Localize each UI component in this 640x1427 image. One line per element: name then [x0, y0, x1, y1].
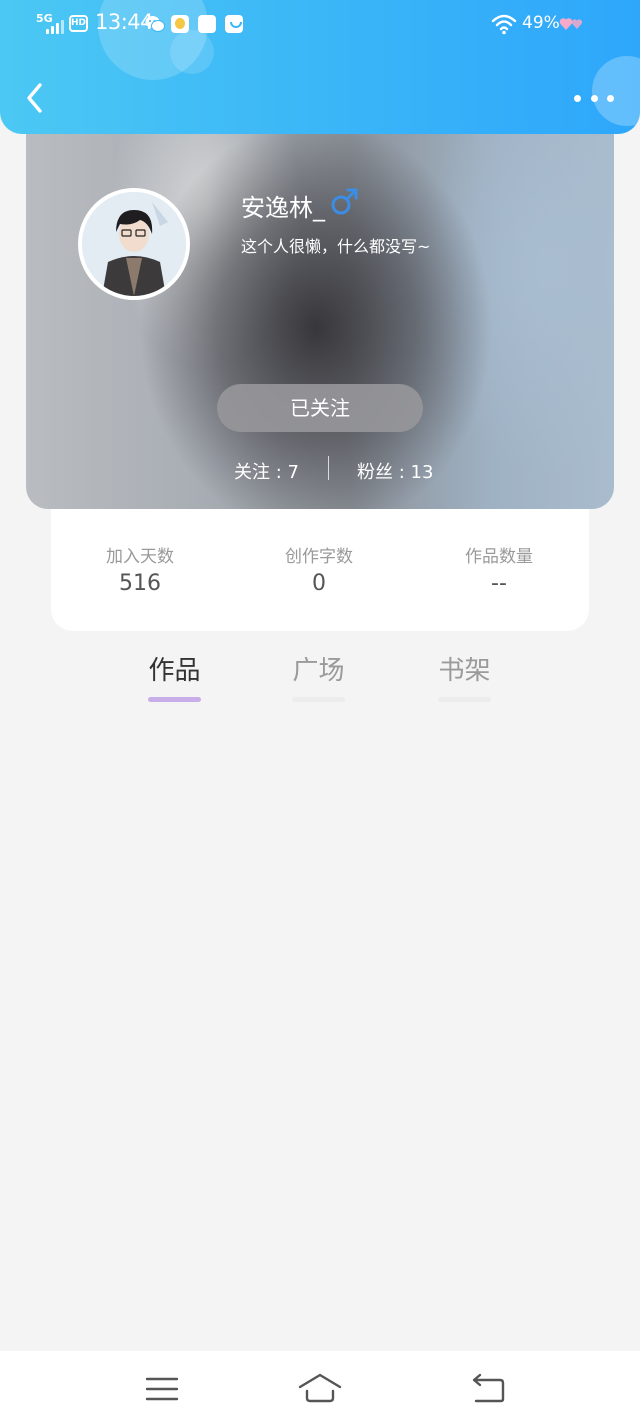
app-icon	[198, 15, 216, 33]
username: 安逸林_	[241, 194, 325, 222]
more-button[interactable]	[574, 86, 614, 110]
stat-works-count: 作品数量 --	[419, 542, 579, 596]
tab-label: 书架	[438, 656, 491, 686]
stat-value: --	[491, 571, 507, 596]
status-bar: 5G HD 13:44 49%	[0, 0, 640, 48]
avatar[interactable]	[78, 188, 190, 300]
tab-square[interactable]: 广场	[292, 650, 345, 702]
fans-count[interactable]: 粉丝 : 13	[357, 458, 433, 484]
home-icon[interactable]	[298, 1371, 342, 1407]
hd-icon: HD	[69, 15, 88, 32]
tab-indicator	[292, 697, 345, 702]
profile-card: 安逸林_ 这个人很懒，什么都没写~ 已关注 关注 : 7 粉丝 : 13	[26, 118, 614, 509]
follow-counts: 关注 : 7 粉丝 : 13	[26, 454, 614, 484]
network-label: 5G	[36, 12, 53, 25]
signal-icon: 5G	[36, 12, 66, 34]
male-icon	[330, 186, 360, 216]
tab-bookshelf[interactable]: 书架	[438, 650, 491, 702]
tab-label: 作品	[148, 656, 201, 686]
tab-indicator-active	[148, 697, 201, 702]
stat-label: 创作字数	[285, 547, 353, 567]
stat-value: 516	[119, 571, 161, 596]
wechat-icon	[145, 15, 165, 33]
tab-label: 广场	[292, 656, 345, 686]
stat-word-count: 创作字数 0	[239, 542, 399, 596]
heart-icon	[559, 16, 583, 32]
content-tabs: 作品 广场 书架	[0, 640, 640, 710]
shopping-bag-icon	[225, 15, 243, 33]
more-dots-icon	[574, 94, 581, 102]
back-button[interactable]	[22, 80, 50, 116]
stats-panel: 加入天数 516 创作字数 0 作品数量 --	[51, 500, 589, 631]
back-icon[interactable]	[466, 1371, 510, 1407]
system-nav-bar	[0, 1351, 640, 1427]
tab-works[interactable]: 作品	[148, 650, 201, 702]
bio-text: 这个人很懒，什么都没写~	[241, 237, 431, 256]
stat-label: 加入天数	[106, 547, 174, 567]
tab-indicator	[438, 697, 491, 702]
stat-value: 0	[312, 571, 326, 596]
follow-button[interactable]: 已关注	[217, 384, 423, 432]
stat-join-days: 加入天数 516	[60, 542, 220, 596]
app-icon	[171, 15, 189, 33]
chevron-left-icon	[27, 83, 42, 113]
menu-icon[interactable]	[140, 1371, 184, 1407]
wifi-icon	[491, 13, 517, 35]
divider	[328, 456, 329, 480]
battery-level: 49%	[522, 13, 560, 33]
stat-label: 作品数量	[465, 547, 533, 567]
app-header: 5G HD 13:44 49%	[0, 0, 640, 134]
following-count[interactable]: 关注 : 7	[234, 458, 299, 484]
